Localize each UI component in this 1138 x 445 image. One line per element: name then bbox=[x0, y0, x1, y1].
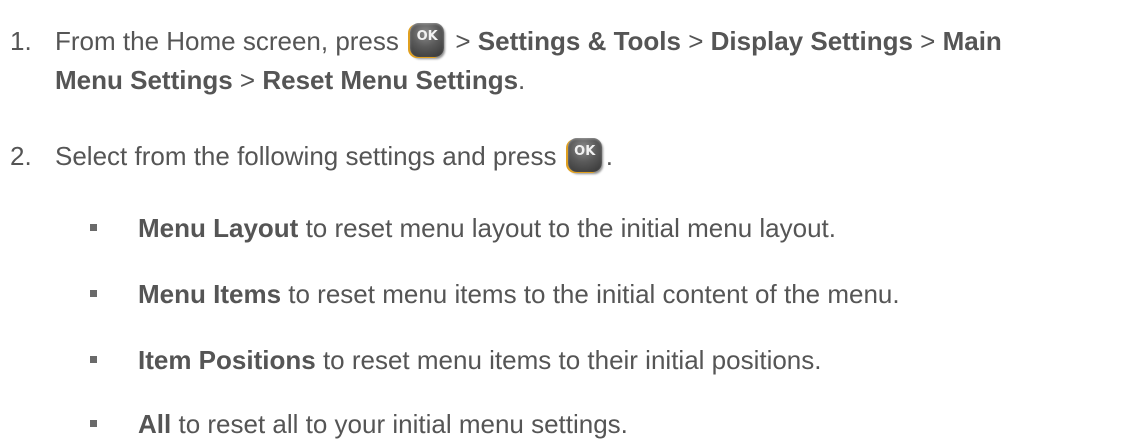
ok-key-label: OK bbox=[416, 29, 438, 44]
list-item-text: All to reset all to your initial menu se… bbox=[138, 408, 628, 440]
menu-path-item: Main bbox=[942, 26, 1002, 56]
setting-term: Item Positions bbox=[138, 345, 316, 375]
setting-term: Menu Layout bbox=[138, 213, 299, 243]
setting-description: to reset menu layout to the initial menu… bbox=[305, 213, 836, 243]
setting-description: to reset menu items to the initial conte… bbox=[288, 279, 900, 309]
step-body: Select from the following settings and p… bbox=[55, 141, 557, 171]
list-item-text: Item Positions to reset menu items to th… bbox=[138, 344, 822, 376]
bullet-icon bbox=[90, 290, 97, 297]
ok-key-icon: OK bbox=[567, 138, 602, 172]
bullet-icon bbox=[90, 356, 97, 363]
separator: > bbox=[920, 26, 936, 56]
separator: > bbox=[455, 26, 471, 56]
setting-term: Menu Items bbox=[138, 279, 282, 309]
ok-key-label: OK bbox=[574, 144, 596, 159]
ok-key-icon: OK bbox=[410, 23, 445, 57]
menu-path-item: Display Settings bbox=[710, 26, 913, 56]
step-text: From the Home screen, press OK > Setting… bbox=[55, 22, 1002, 100]
setting-term: All bbox=[138, 409, 172, 439]
separator: > bbox=[239, 65, 256, 95]
step-number: 2. bbox=[10, 141, 32, 171]
bullet-icon bbox=[90, 420, 97, 427]
separator: > bbox=[688, 26, 704, 56]
setting-description: to reset all to your initial menu settin… bbox=[178, 409, 628, 439]
step-prefix: From the Home screen, press bbox=[55, 26, 399, 56]
period: . bbox=[518, 65, 526, 95]
list-item-text: Menu Items to reset menu items to the in… bbox=[138, 278, 900, 310]
document-page: { "steps": [ { "number": "1.", "line1": … bbox=[0, 0, 1138, 445]
menu-path-item: Menu Settings bbox=[55, 65, 233, 95]
menu-path-item: Settings & Tools bbox=[477, 26, 681, 56]
list-item-text: Menu Layout to reset menu layout to the … bbox=[138, 212, 836, 244]
step-text: Select from the following settings and p… bbox=[55, 137, 613, 176]
bullet-icon bbox=[90, 224, 97, 231]
step-number: 1. bbox=[10, 26, 32, 56]
menu-path-item: Reset Menu Settings bbox=[262, 65, 519, 95]
setting-description: to reset menu items to their initial pos… bbox=[322, 345, 822, 375]
period: . bbox=[605, 141, 613, 171]
